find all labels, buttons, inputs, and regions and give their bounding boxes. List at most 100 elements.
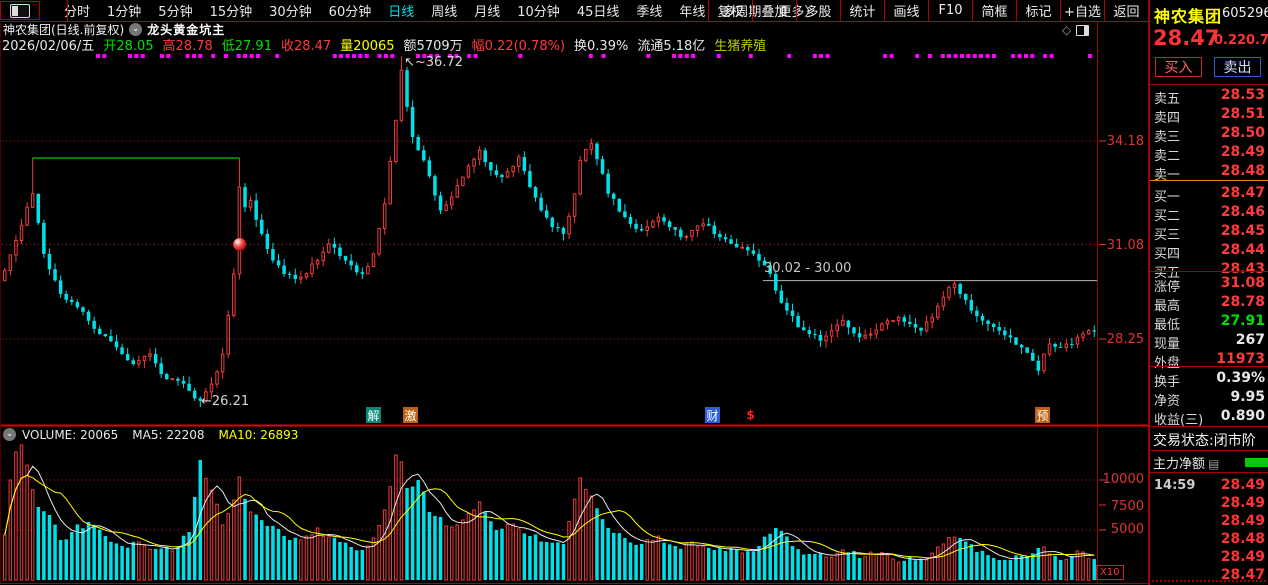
stat-row-value: 9.95 — [1230, 389, 1265, 405]
volume-axis-label: 7500 — [1110, 499, 1144, 514]
bid-row-1[interactable]: 买一 28.47 — [1150, 184, 1268, 205]
event-tag-解[interactable]: 解 — [366, 407, 381, 423]
stat-row-value: 27.91 — [1220, 313, 1265, 329]
bid-row-4[interactable]: 买四 28.44 — [1150, 241, 1268, 262]
event-tag-财[interactable]: 财 — [705, 407, 720, 423]
tick-row: 28.49 — [1150, 494, 1268, 512]
divider — [1150, 271, 1268, 272]
info-field-额: 额5709万 — [403, 39, 463, 54]
bid-row-3-value: 28.45 — [1220, 223, 1265, 239]
ask-row-1[interactable]: 卖一 28.48 — [1150, 162, 1268, 183]
divider — [1150, 450, 1268, 451]
stock-name: 神农集团 — [1154, 7, 1223, 26]
divider — [1150, 84, 1268, 85]
info-field-高: 高28.78 — [162, 39, 213, 54]
bid-row-2-value: 28.46 — [1220, 204, 1265, 220]
volume-multiplier-badge: X10 — [1096, 565, 1124, 580]
ask-row-4-value: 28.51 — [1220, 106, 1265, 122]
dotted-divider — [1152, 580, 1266, 582]
volume-value-label: VOLUME: 20065 — [22, 427, 119, 442]
price-axis-label: 34.18 — [1106, 134, 1144, 149]
info-field-量: 量20065 — [340, 39, 395, 54]
tick-row: 28.49 — [1150, 512, 1268, 530]
price-axis-label: 28.25 — [1106, 332, 1144, 347]
diamond-icon[interactable]: ◇ — [1062, 23, 1071, 37]
date-label: 2026/02/06/五 — [2, 39, 95, 54]
tick-row: 28.48 — [1150, 530, 1268, 548]
trading-status: 交易状态:闭市阶 — [1153, 433, 1256, 449]
event-tag-激[interactable]: 激 — [403, 407, 418, 423]
stat-row-value: 28.78 — [1220, 294, 1265, 310]
ohlc-info-line: 2026/02/06/五 开28.05 高28.78 低27.91 收28.47 量20… — [2, 35, 775, 54]
tick-time: 14:59 — [1154, 478, 1196, 493]
tick-row: 28.49 — [1150, 548, 1268, 566]
stock-code: 605296 — [1222, 6, 1268, 21]
price-change-pct: 0.78 — [1246, 33, 1268, 48]
list-icon[interactable]: ▤ — [1208, 457, 1219, 471]
tick-price: 28.49 — [1220, 477, 1265, 493]
quote-panel: 神农集团 605296 28.47 0.22 0.78 买入 卖出 卖五28.5… — [1148, 0, 1268, 585]
stat-row[interactable]: 换手 0.39% — [1150, 369, 1268, 390]
ask-row-1-value: 28.48 — [1220, 163, 1265, 179]
tick-row: 14:59 28.49 — [1150, 476, 1268, 494]
ask-row-5-value: 28.53 — [1220, 87, 1265, 103]
stat-row[interactable]: 涨停 31.08 — [1150, 274, 1268, 295]
price-range-label: 30.02 - 30.00 — [764, 261, 852, 276]
ask-row-3-value: 28.50 — [1220, 125, 1265, 141]
stat-row-value: 11973 — [1216, 351, 1265, 367]
period-low-label: ←26.21 — [201, 394, 250, 409]
info-field-低: 低27.91 — [221, 39, 272, 54]
stat-row-value: 31.08 — [1220, 275, 1265, 291]
ask-row-2-value: 28.49 — [1220, 144, 1265, 160]
tick-price: 28.49 — [1220, 549, 1265, 565]
tick-price: 28.49 — [1220, 513, 1265, 529]
chart-corner-icons: ◇ — [1062, 23, 1090, 37]
info-field-流通: 流通5.18亿 — [637, 39, 706, 54]
period-high-label: ↖~36.72 — [404, 55, 464, 70]
ask-row-5[interactable]: 卖五 28.53 — [1150, 86, 1268, 107]
stat-row[interactable]: 最低 27.91 — [1150, 312, 1268, 333]
ask-row-4[interactable]: 卖四 28.51 — [1150, 105, 1268, 126]
buy-button[interactable]: 买入 — [1155, 57, 1202, 77]
main-flow-label: 主力净额 ▤ — [1153, 453, 1219, 472]
tick-price: 28.49 — [1220, 495, 1265, 511]
ask-row-3[interactable]: 卖三 28.50 — [1150, 124, 1268, 145]
tick-price: 28.48 — [1220, 531, 1265, 547]
mid-price-divider — [1150, 180, 1268, 181]
stat-row-value: 267 — [1235, 332, 1265, 348]
time-and-sales: 14:59 28.49 28.49 28.49 28.48 28.49 28.47 — [1150, 472, 1268, 583]
info-field-收: 收28.47 — [280, 39, 332, 54]
chevron-down-circle-icon[interactable]: ⌄ — [3, 428, 16, 441]
sector-label[interactable]: 生猪养殖 — [714, 35, 766, 54]
stat-row-value: 0.890 — [1220, 408, 1265, 424]
main-flow-text: 主力净额 — [1153, 457, 1206, 472]
stat-row[interactable]: 净资 9.95 — [1150, 388, 1268, 409]
info-field-开: 开28.05 — [103, 39, 154, 54]
event-tag-$[interactable]: $ — [743, 407, 758, 423]
bid-row-4-value: 28.44 — [1220, 242, 1265, 258]
pane-toggle-icon[interactable] — [1076, 24, 1090, 36]
trading-terminal: 分时 1分钟 5分钟 15分钟 30分钟 60分钟 日线 周线 月线 10分钟 45日线 季线 年线 多周… — [0, 0, 1268, 585]
ma5-label: MA5: 22208 — [132, 427, 205, 442]
main-flow-bar — [1245, 458, 1268, 467]
info-field-幅: 幅0.22(0.78%) — [471, 39, 566, 54]
bid-row-1-value: 28.47 — [1220, 185, 1265, 201]
price-change: 0.22 — [1214, 33, 1247, 48]
event-tag-预[interactable]: 预 — [1035, 407, 1050, 423]
stat-row[interactable]: 最高 28.78 — [1150, 293, 1268, 314]
volume-pane-header: ⌄ VOLUME: 20065 MA5: 22208 MA10: 26893 — [3, 427, 312, 442]
price-axis-label: 31.08 — [1106, 238, 1144, 253]
divider — [1150, 366, 1268, 367]
stat-row-value: 0.39% — [1216, 370, 1265, 386]
bid-row-2[interactable]: 买二 28.46 — [1150, 203, 1268, 224]
sell-button[interactable]: 卖出 — [1214, 57, 1261, 77]
stat-row[interactable]: 现量 267 — [1150, 331, 1268, 352]
candlestick-chart-canvas[interactable] — [0, 0, 1148, 585]
volume-axis-label: 10000 — [1102, 472, 1144, 487]
ask-row-2[interactable]: 卖二 28.49 — [1150, 143, 1268, 164]
bid-row-3[interactable]: 买三 28.45 — [1150, 222, 1268, 243]
ma10-label: MA10: 26893 — [218, 427, 299, 442]
divider — [1150, 426, 1268, 427]
info-field-换: 换0.39% — [574, 39, 629, 54]
stat-row[interactable]: 收益(三) 0.890 — [1150, 407, 1268, 428]
